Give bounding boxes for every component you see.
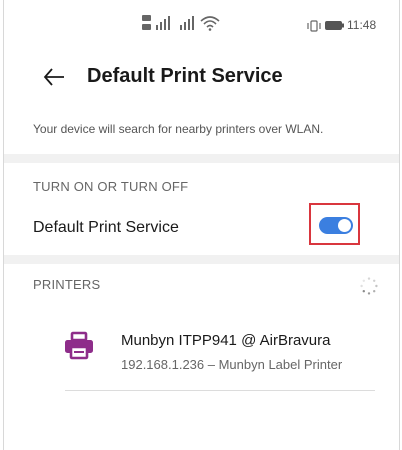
section-divider <box>4 255 399 264</box>
back-arrow-icon[interactable] <box>42 65 66 89</box>
printer-icon <box>65 331 93 360</box>
turn-on-off-header: TURN ON OR TURN OFF <box>33 179 189 194</box>
app-header: Default Print Service <box>4 54 399 102</box>
spinner-icon <box>360 277 378 295</box>
description-text: Your device will search for nearby print… <box>33 122 324 136</box>
phone-screen: 11:48 Default Print Service Your device … <box>3 0 400 450</box>
section-divider <box>4 154 399 163</box>
list-divider <box>65 390 375 391</box>
status-time: 11:48 <box>347 18 377 32</box>
printer-subtitle: 192.168.1.236 – Munbyn Label Printer <box>121 357 343 372</box>
status-bar: 11:48 <box>4 0 399 54</box>
sim-signal-icon <box>142 15 220 31</box>
toggle-highlight-box <box>309 203 360 245</box>
battery-icon <box>325 21 344 30</box>
printers-header: PRINTERS <box>33 277 101 292</box>
page-title: Default Print Service <box>87 65 283 87</box>
wifi-icon <box>200 16 220 28</box>
default-print-service-label: Default Print Service <box>33 219 179 236</box>
printer-name: Munbyn ITPP941 @ AirBravura <box>121 332 331 349</box>
printer-list-item[interactable]: Munbyn ITPP941 @ AirBravura 192.168.1.23… <box>4 305 399 389</box>
vibrate-icon <box>307 20 321 32</box>
